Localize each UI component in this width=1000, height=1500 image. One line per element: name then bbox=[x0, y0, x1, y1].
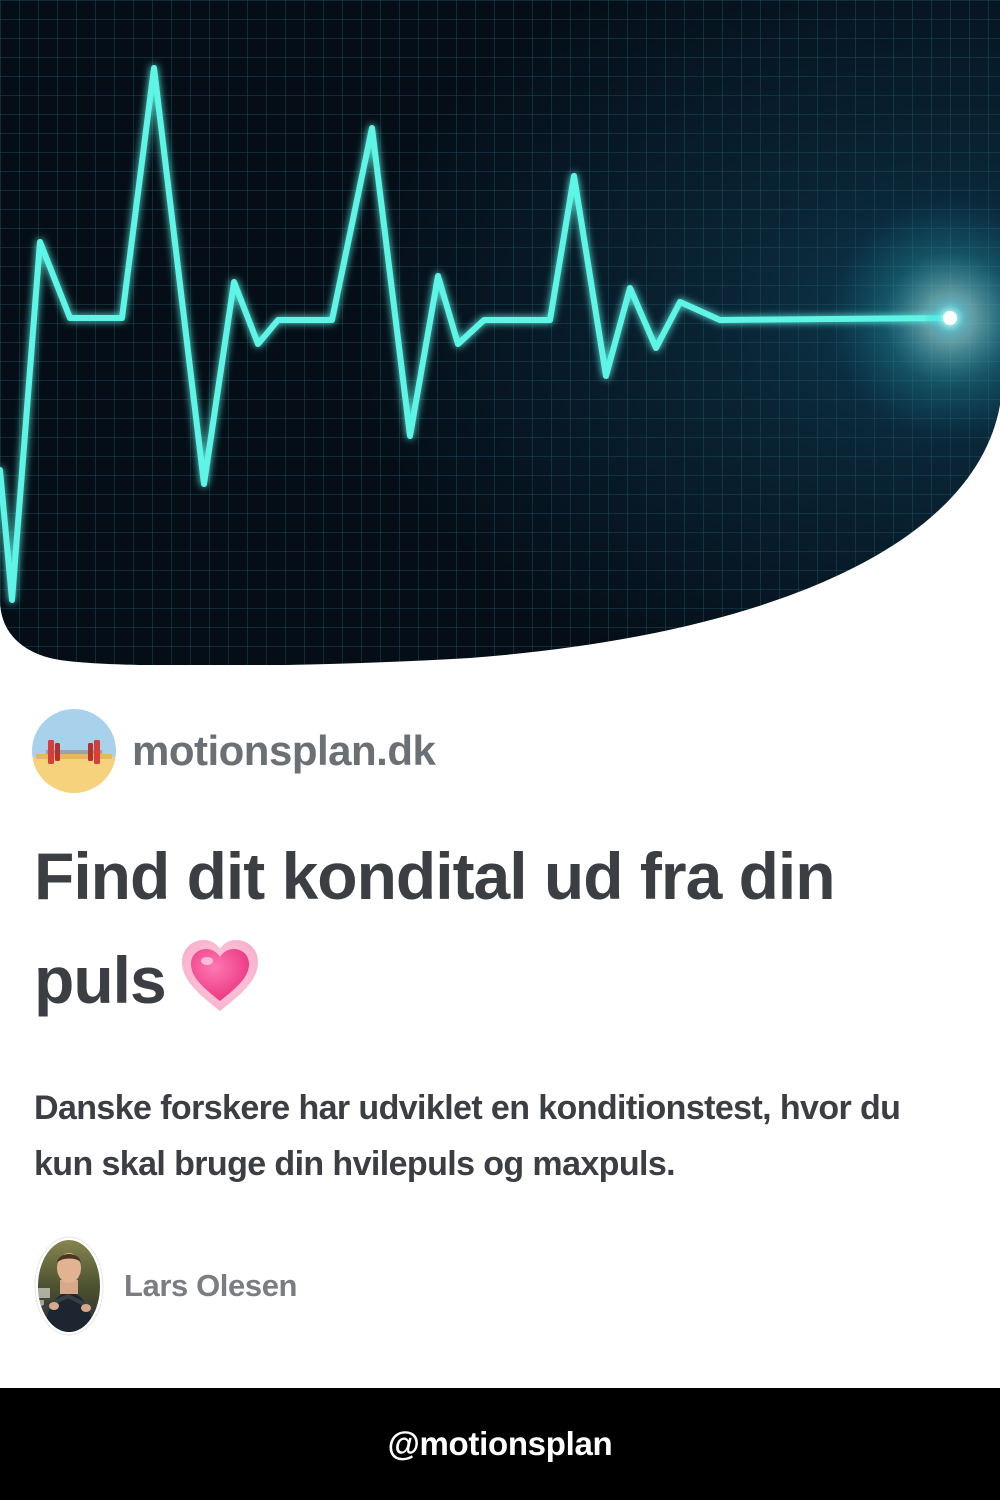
author-name[interactable]: Lars Olesen bbox=[124, 1268, 297, 1304]
footer-bar: @motionsplan bbox=[0, 1388, 1000, 1500]
site-header: motionsplan.dk bbox=[32, 708, 436, 794]
pin-card: motionsplan.dk Find dit kondital ud fra … bbox=[0, 0, 1000, 1500]
footer-handle[interactable]: @motionsplan bbox=[388, 1425, 613, 1463]
author-avatar[interactable] bbox=[34, 1236, 104, 1336]
article-title-text: Find dit kondital ud fra din puls bbox=[34, 839, 836, 1017]
article-subtitle: Danske forskere har udviklet en konditio… bbox=[34, 1089, 901, 1183]
site-name-link[interactable]: motionsplan.dk bbox=[132, 727, 436, 775]
hero-heartbeat-image bbox=[0, 0, 1000, 665]
author-byline: Lars Olesen bbox=[34, 1236, 297, 1336]
article-title[interactable]: Find dit kondital ud fra din puls bbox=[34, 824, 934, 1046]
growing-heart-icon bbox=[180, 937, 260, 1046]
dumbbell-beach-icon[interactable] bbox=[32, 709, 116, 793]
